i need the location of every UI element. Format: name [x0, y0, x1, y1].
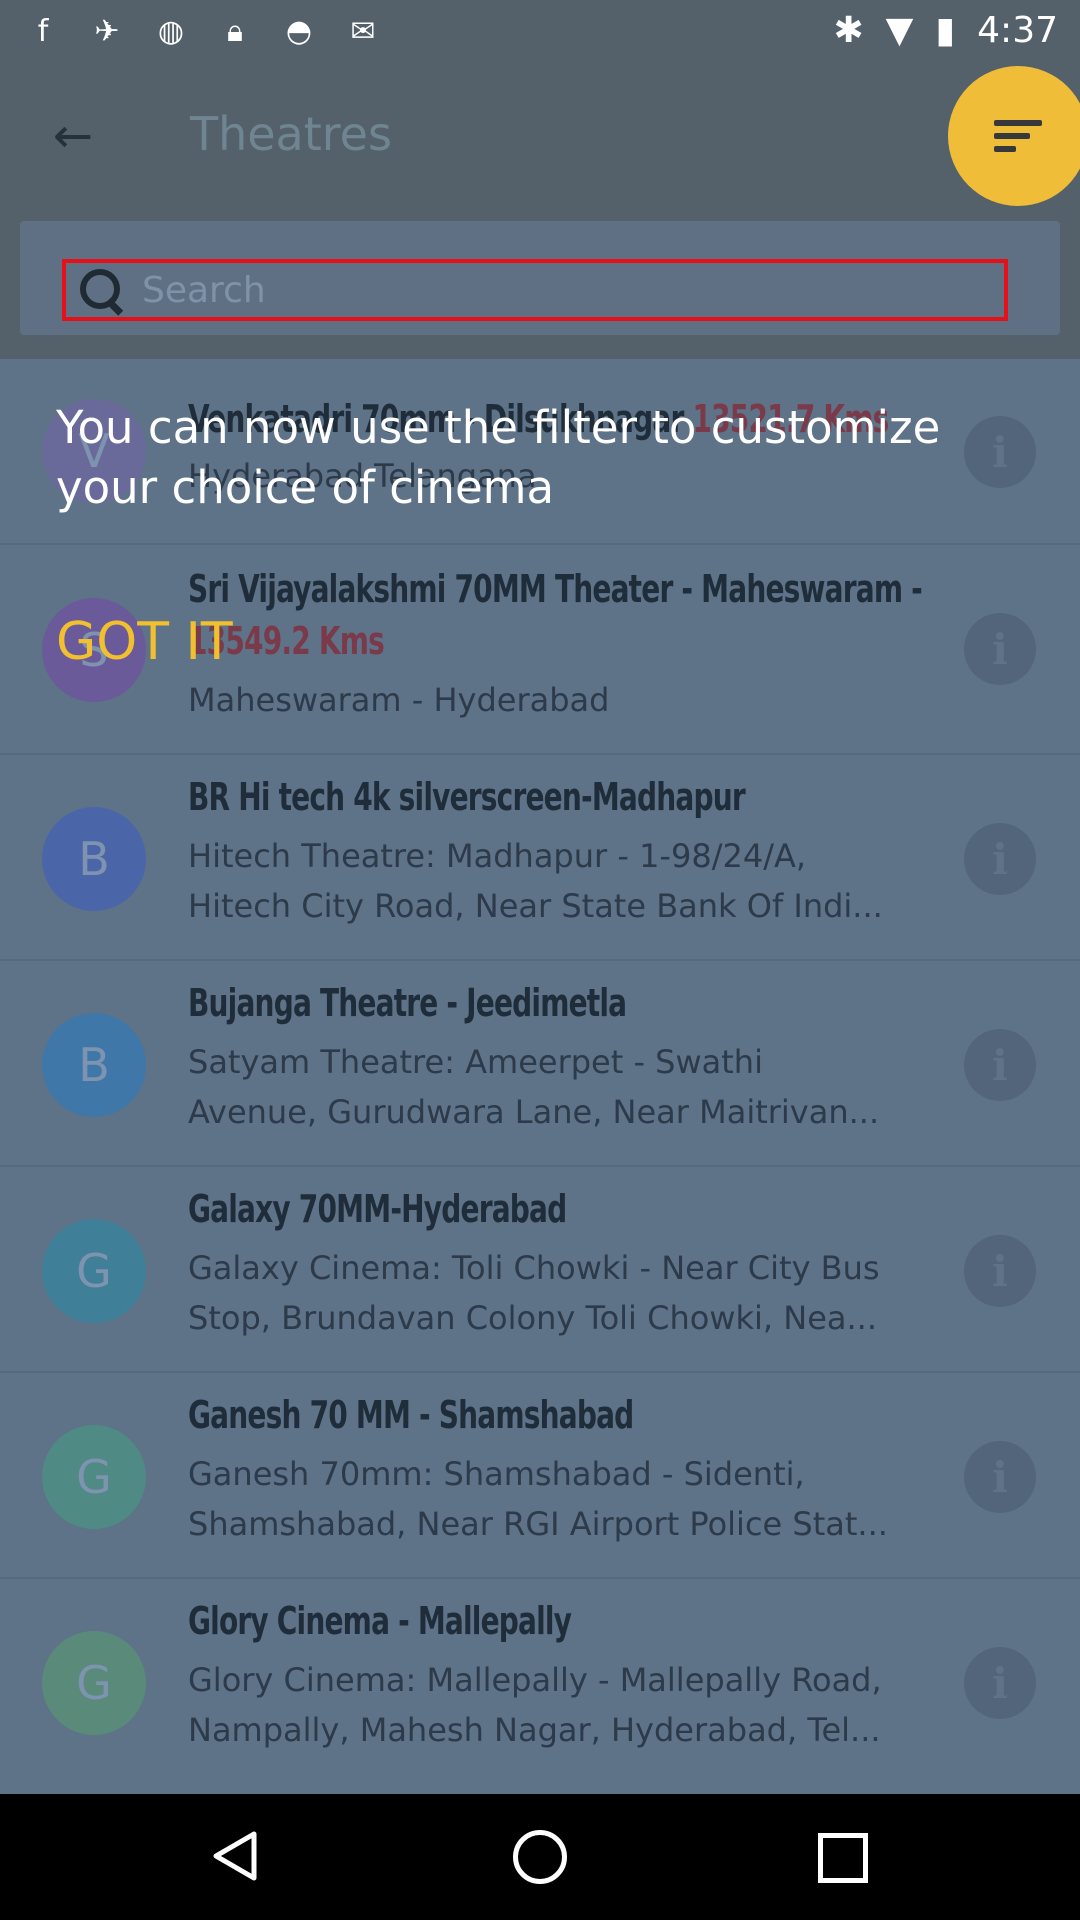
theatre-name: BR Hi tech 4k silverscreen-Madhapur: [188, 775, 746, 819]
inbox-check-icon: ✉: [350, 13, 376, 49]
list-item[interactable]: G Ganesh 70 MM - Shamshabad Ganesh 70mm:…: [0, 1373, 1080, 1579]
nav-back-icon[interactable]: [212, 1830, 258, 1882]
avatar: G: [42, 1631, 146, 1735]
list-item[interactable]: G Glory Cinema - Mallepally Glory Cinema…: [0, 1579, 1080, 1794]
search-bar: [0, 209, 1080, 359]
filter-button[interactable]: [948, 66, 1080, 206]
theatre-name: Glory Cinema - Mallepally: [188, 1599, 572, 1643]
avatar: B: [42, 807, 146, 911]
battery-icon: ▮: [935, 10, 956, 51]
theatre-address: Hitech Theatre: Madhapur - 1-98/24/A, Hit…: [188, 837, 883, 925]
list-item[interactable]: G Galaxy 70MM-Hyderabad Galaxy Cinema: T…: [0, 1167, 1080, 1373]
bluetooth-icon: ✱: [833, 10, 864, 51]
arrow-back-icon[interactable]: ←: [42, 105, 104, 167]
theatre-name: Bujanga Theatre - Jeedimetla: [188, 981, 627, 1025]
satellite-icon: ✈: [94, 13, 120, 49]
nav-recents-icon[interactable]: [818, 1833, 868, 1883]
theatre-address: Maheswaram - Hyderabad: [188, 681, 610, 719]
search-input[interactable]: [132, 263, 1004, 317]
lock-icon: 🔒︎: [227, 13, 243, 49]
list-item[interactable]: B Bujanga Theatre - Jeedimetla Satyam Th…: [0, 961, 1080, 1167]
info-icon[interactable]: i: [964, 823, 1036, 895]
filter-icon: [994, 113, 1042, 159]
theatre-name: Ganesh 70 MM - Shamshabad: [188, 1393, 634, 1437]
android-icon: ◓: [285, 13, 313, 49]
list-item[interactable]: B BR Hi tech 4k silverscreen-Madhapur Hi…: [0, 755, 1080, 961]
avatar: G: [42, 1425, 146, 1529]
wifi-icon: ▼: [885, 10, 914, 51]
theatre-name: Galaxy 70MM-Hyderabad: [188, 1187, 567, 1231]
data-saver-icon: ◍: [157, 13, 185, 49]
info-icon[interactable]: i: [964, 1441, 1036, 1513]
search-icon: [72, 263, 132, 317]
page-title: Theatres: [190, 107, 392, 161]
theatre-address: Satyam Theatre: Ameerpet - Swathi Avenue,…: [188, 1043, 880, 1131]
theatre-address: Ganesh 70mm: Shamshabad - Sidenti, Shamsh…: [188, 1455, 888, 1543]
facebook-icon: f: [37, 13, 49, 49]
theatre-address: Glory Cinema: Mallepally - Mallepally Ro…: [188, 1661, 882, 1749]
status-bar: f ✈ ◍ 🔒︎ ◓ ✉ ✱ ▼ ▮ 4:37: [0, 0, 1080, 63]
search-field[interactable]: [62, 259, 1008, 321]
avatar: B: [42, 1013, 146, 1117]
theatre-list: V Venkatadri 70mm - Dilsukhnagar 13521.7…: [0, 359, 1080, 1794]
info-icon[interactable]: i: [964, 613, 1036, 685]
info-icon[interactable]: i: [964, 1029, 1036, 1101]
info-icon[interactable]: i: [964, 1235, 1036, 1307]
app-bar: ← Theatres: [0, 63, 1080, 209]
nav-home-icon[interactable]: [513, 1830, 567, 1884]
theatre-name: Sri Vijayalakshmi 70MM Theater - Maheswa…: [188, 567, 923, 611]
avatar: G: [42, 1219, 146, 1323]
theatre-address: Galaxy Cinema: Toli Chowki - Near City B…: [188, 1249, 880, 1337]
clock: 4:37: [977, 10, 1058, 51]
tutorial-message: You can now use the filter to customize …: [56, 401, 941, 514]
search-container: [20, 221, 1060, 335]
info-icon[interactable]: i: [964, 1647, 1036, 1719]
got-it-button[interactable]: GOT IT: [56, 612, 233, 672]
navigation-bar: [0, 1794, 1080, 1920]
